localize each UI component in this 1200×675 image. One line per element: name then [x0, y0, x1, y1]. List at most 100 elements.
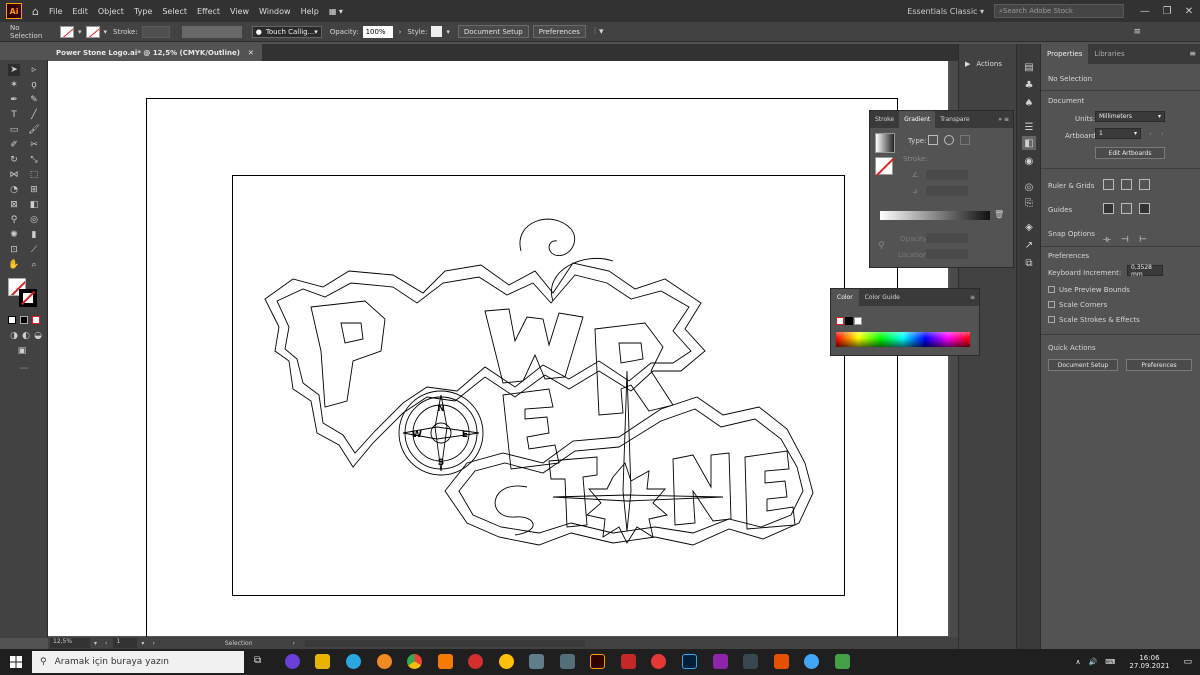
canvas-area[interactable]: N W E S	[48, 61, 958, 658]
menu-object[interactable]: Object	[98, 7, 124, 16]
blend-tool-icon[interactable]: ◎	[28, 214, 40, 226]
scale-corners-checkbox[interactable]	[1048, 301, 1055, 308]
lock-guides-icon[interactable]	[1121, 203, 1132, 214]
illustrator-taskbar-icon[interactable]	[590, 654, 605, 669]
home-icon[interactable]: ⌂	[32, 5, 39, 18]
none-swatch[interactable]	[836, 317, 844, 325]
snap-to-grid-icon[interactable]: ⊣	[1121, 227, 1132, 245]
stop-opacity-field[interactable]	[926, 233, 968, 243]
tab-color[interactable]: Color	[831, 289, 859, 306]
document-setup-button[interactable]: Document Setup	[1048, 359, 1118, 371]
radial-gradient-icon[interactable]	[944, 135, 954, 145]
scale-tool-icon[interactable]: ⤡	[28, 154, 40, 166]
eyedropper-tool-icon[interactable]: ⚲	[8, 214, 20, 226]
stroke-weight-field[interactable]	[141, 25, 170, 38]
grid-icon[interactable]	[1121, 179, 1132, 190]
menu-window[interactable]: Window	[259, 7, 291, 16]
chevron-right-icon[interactable]: ›	[293, 640, 295, 647]
draw-inside-icon[interactable]: ◒	[32, 330, 44, 342]
perspective-grid-tool-icon[interactable]: ⊞	[28, 184, 40, 196]
panel-menu-icon[interactable]: ≡	[1189, 44, 1200, 64]
draw-normal-icon[interactable]: ◑	[8, 330, 20, 342]
tab-color-guide[interactable]: Color Guide	[859, 294, 906, 301]
menu-type[interactable]: Type	[134, 7, 152, 16]
app-icon[interactable]	[560, 654, 575, 669]
none-mode-icon[interactable]	[32, 316, 40, 324]
file-explorer-icon[interactable]	[315, 654, 330, 669]
delete-stop-icon[interactable]: 🗑	[994, 210, 1004, 219]
slice-tool-icon[interactable]: ⟋	[28, 244, 40, 256]
gradient-slider[interactable]	[880, 211, 990, 220]
symbols-panel-icon[interactable]: ♣	[1022, 78, 1036, 92]
tab-stroke[interactable]: Stroke	[870, 116, 899, 123]
gradient-panel-icon[interactable]: ◧	[1022, 136, 1036, 150]
close-window-button[interactable]: ✕	[1178, 6, 1200, 17]
aspect-ratio-field[interactable]	[926, 186, 968, 196]
app-icon[interactable]	[743, 654, 758, 669]
stroke-swatch[interactable]	[85, 25, 100, 38]
freeform-gradient-icon[interactable]	[960, 135, 970, 145]
app-icon[interactable]	[713, 654, 728, 669]
mesh-tool-icon[interactable]: ⊠	[8, 199, 20, 211]
brush-definition[interactable]: ● Touch Callig... ▾	[251, 25, 322, 38]
type-tool-icon[interactable]: T	[8, 109, 20, 121]
tab-properties[interactable]: Properties	[1041, 44, 1089, 64]
preferences-button[interactable]: Preferences	[1126, 359, 1192, 371]
close-icon[interactable]: ✕	[248, 49, 254, 57]
stock-search-input[interactable]: ⌕ Search Adobe Stock	[994, 4, 1124, 18]
ruler-icon[interactable]	[1103, 179, 1114, 190]
task-view-icon[interactable]: ⧉	[254, 655, 261, 666]
edit-artboards-button[interactable]: Edit Artboards	[1095, 147, 1165, 159]
panel-menu-icon[interactable]: ≡	[1134, 27, 1142, 37]
snap-to-pixel-icon[interactable]: ⊢	[1139, 227, 1150, 245]
screen-mode-icon[interactable]: ▣	[16, 345, 28, 357]
rotate-tool-icon[interactable]: ↻	[8, 154, 20, 166]
artboard-tool-icon[interactable]: ⊡	[8, 244, 20, 256]
menu-file[interactable]: File	[49, 7, 62, 16]
black-swatch[interactable]	[845, 317, 853, 325]
color-mode-icon[interactable]	[8, 316, 16, 324]
keyboard-increment-field[interactable]: 0,3528 mm	[1127, 264, 1163, 278]
paintbrush-tool-icon[interactable]: 🖌	[28, 124, 40, 136]
windows-start-button[interactable]	[0, 649, 32, 675]
app-icon[interactable]	[651, 654, 666, 669]
preferences-button[interactable]: Preferences	[532, 25, 586, 38]
shape-builder-tool-icon[interactable]: ◔	[8, 184, 20, 196]
panel-menu-icon[interactable]: » ≡	[998, 116, 1013, 123]
line-tool-icon[interactable]: ╱	[28, 109, 40, 121]
horizontal-scrollbar[interactable]	[304, 639, 585, 647]
menu-select[interactable]: Select	[162, 7, 187, 16]
gradient-tool-icon[interactable]: ◧	[28, 199, 40, 211]
artboard-number-field[interactable]: 1	[113, 638, 138, 648]
chevron-down-icon[interactable]: ▾	[446, 28, 450, 36]
telegram-icon[interactable]	[346, 654, 361, 669]
volume-icon[interactable]: 🔊	[1089, 658, 1098, 666]
tab-libraries[interactable]: Libraries	[1088, 44, 1130, 64]
variable-width-profile[interactable]	[181, 25, 242, 38]
show-guides-icon[interactable]	[1103, 203, 1114, 214]
color-panel-icon[interactable]: ◉	[1022, 154, 1036, 168]
actions-panel-button[interactable]: ▶ Actions	[965, 60, 1002, 68]
style-swatch[interactable]	[431, 26, 443, 37]
chevron-down-icon[interactable]: ▾	[141, 640, 144, 647]
stop-location-field[interactable]	[926, 249, 968, 259]
app-icon[interactable]	[804, 654, 819, 669]
document-tab[interactable]: Power Stone Logo.ai* @ 12,5% (CMYK/Outli…	[48, 44, 262, 61]
color-spectrum[interactable]	[836, 332, 970, 347]
pen-tool-icon[interactable]: ✒	[8, 94, 20, 106]
align-icon[interactable]: ⫶ ▾	[594, 27, 604, 37]
app-icon[interactable]	[438, 654, 453, 669]
shaper-tool-icon[interactable]: ✐	[8, 139, 20, 151]
menu-view[interactable]: View	[230, 7, 249, 16]
hand-tool-icon[interactable]: ✋	[8, 259, 20, 271]
links-panel-icon[interactable]: ↗	[1022, 238, 1036, 252]
app-icon[interactable]	[285, 654, 300, 669]
chevron-right-icon[interactable]: ›	[399, 28, 402, 36]
chevron-down-icon[interactable]: ▾	[94, 640, 97, 647]
taskbar-search-input[interactable]: ⚲ Aramak için buraya yazın	[32, 651, 244, 673]
next-artboard-icon[interactable]: ›	[1161, 130, 1164, 138]
clock[interactable]: 16:06 27.09.2021	[1129, 654, 1169, 670]
smart-guides-icon[interactable]	[1139, 203, 1150, 214]
menu-effect[interactable]: Effect	[197, 7, 220, 16]
angle-field[interactable]	[926, 170, 968, 180]
